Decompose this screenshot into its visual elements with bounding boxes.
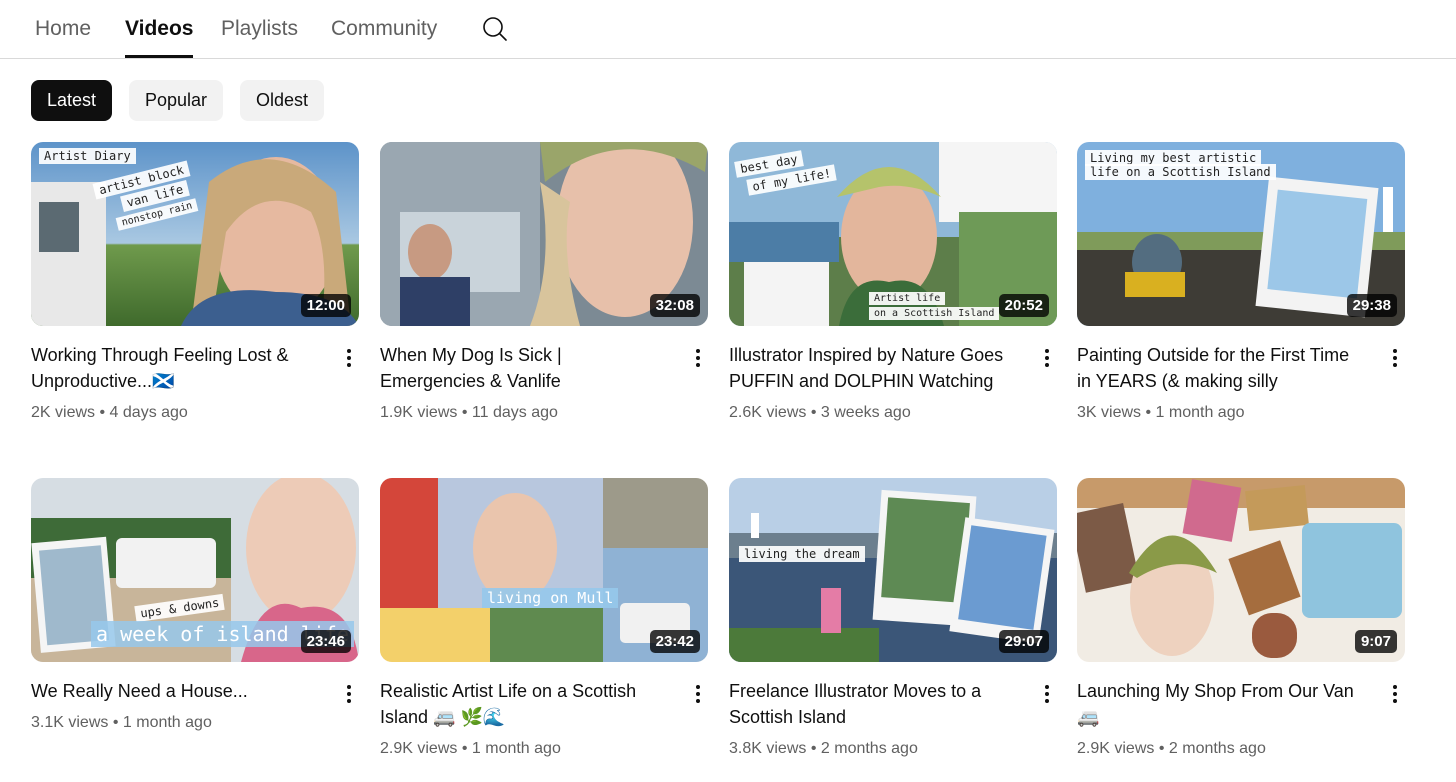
video-card: Living my best artistic life on a Scotti…: [1077, 142, 1405, 421]
chip-latest[interactable]: Latest: [31, 80, 113, 121]
video-meta: 2.6K views • 3 weeks ago: [729, 404, 911, 422]
upload-age: 1 month ago: [122, 714, 212, 731]
video-title[interactable]: When My Dog Is Sick | Emergencies & Vanl…: [380, 342, 670, 394]
video-card: 32:08 When My Dog Is Sick | Emergencies …: [380, 142, 708, 421]
meta-separator: •: [810, 740, 817, 757]
thumbnail-caption: Artist life: [869, 292, 946, 305]
chip-oldest[interactable]: Oldest: [240, 80, 325, 121]
view-count: 3K views: [1077, 404, 1142, 421]
more-options-button[interactable]: [1037, 346, 1057, 370]
video-title[interactable]: Freelance Illustrator Moves to a Scottis…: [729, 678, 1019, 730]
thumbnail-caption: living on Mull: [482, 588, 619, 608]
video-meta: 2.9K views • 1 month ago: [380, 740, 561, 758]
meta-separator: •: [112, 714, 119, 731]
video-meta: 3.8K views • 2 months ago: [729, 740, 918, 758]
chip-popular[interactable]: Popular: [129, 80, 224, 121]
video-card: Artist Diary artist block van life nonst…: [31, 142, 359, 421]
duration-badge: 32:08: [649, 294, 700, 317]
more-options-button[interactable]: [1385, 682, 1405, 706]
more-options-button[interactable]: [339, 682, 359, 706]
video-card: best day of my life! Artist life on a Sc…: [729, 142, 1057, 421]
tab-videos[interactable]: Videos: [125, 15, 194, 58]
video-title[interactable]: Illustrator Inspired by Nature Goes PUFF…: [729, 342, 1019, 394]
thumbnail-caption: living the dream: [739, 546, 865, 562]
video-meta: 3K views • 1 month ago: [1077, 404, 1245, 422]
duration-badge: 9:07: [1354, 630, 1397, 653]
view-count: 3.8K views: [729, 740, 807, 757]
upload-age: 1 month ago: [471, 740, 561, 757]
view-count: 2K views: [31, 404, 96, 421]
more-vert-icon: [688, 349, 708, 367]
video-title[interactable]: Painting Outside for the First Time in Y…: [1077, 342, 1367, 394]
video-thumbnail[interactable]: living on Mull 23:42: [380, 478, 708, 662]
view-count: 2.9K views: [1077, 740, 1155, 757]
view-count: 2.6K views: [729, 404, 807, 421]
video-title[interactable]: We Really Need a House...: [31, 678, 321, 704]
meta-separator: •: [461, 404, 468, 421]
video-card: living the dream 29:07 Freelance Illustr…: [729, 478, 1057, 757]
more-options-button[interactable]: [688, 346, 708, 370]
video-thumbnail[interactable]: ups & downs a week of island life 23:46: [31, 478, 359, 662]
video-meta: 2K views • 4 days ago: [31, 404, 188, 422]
more-options-button[interactable]: [1385, 346, 1405, 370]
more-vert-icon: [688, 685, 708, 703]
more-vert-icon: [1385, 349, 1405, 367]
video-thumbnail[interactable]: 9:07: [1077, 478, 1405, 662]
more-vert-icon: [1037, 685, 1057, 703]
duration-badge: 12:00: [300, 294, 351, 317]
duration-badge: 29:38: [1346, 294, 1397, 317]
search-button[interactable]: [480, 14, 510, 44]
video-thumbnail[interactable]: best day of my life! Artist life on a Sc…: [729, 142, 1057, 326]
upload-age: 2 months ago: [1168, 740, 1266, 757]
channel-tabs: Home Videos Playlists Community: [0, 0, 1456, 59]
thumbnail-caption: life on a Scottish Island: [1085, 164, 1276, 180]
meta-separator: •: [1145, 404, 1152, 421]
more-options-button[interactable]: [1037, 682, 1057, 706]
video-card: 9:07 Launching My Shop From Our Van 🚐 2.…: [1077, 478, 1405, 757]
more-options-button[interactable]: [688, 682, 708, 706]
video-thumbnail[interactable]: Artist Diary artist block van life nonst…: [31, 142, 359, 326]
upload-age: 11 days ago: [471, 404, 558, 421]
duration-badge: 29:07: [998, 630, 1049, 653]
meta-separator: •: [810, 404, 817, 421]
search-icon: [483, 17, 507, 41]
video-thumbnail[interactable]: 32:08: [380, 142, 708, 326]
upload-age: 2 months ago: [820, 740, 918, 757]
video-thumbnail[interactable]: living the dream 29:07: [729, 478, 1057, 662]
more-vert-icon: [339, 685, 359, 703]
video-meta: 1.9K views • 11 days ago: [380, 404, 558, 422]
view-count: 1.9K views: [380, 404, 458, 421]
video-meta: 2.9K views • 2 months ago: [1077, 740, 1266, 758]
video-title[interactable]: Realistic Artist Life on a Scottish Isla…: [380, 678, 670, 730]
tab-community[interactable]: Community: [331, 15, 437, 43]
more-options-button[interactable]: [339, 346, 359, 370]
video-title[interactable]: Launching My Shop From Our Van 🚐: [1077, 678, 1367, 730]
duration-badge: 23:42: [649, 630, 700, 653]
video-thumbnail[interactable]: Living my best artistic life on a Scotti…: [1077, 142, 1405, 326]
tab-home[interactable]: Home: [35, 15, 91, 43]
duration-badge: 23:46: [300, 630, 351, 653]
duration-badge: 20:52: [998, 294, 1049, 317]
view-count: 2.9K views: [380, 740, 458, 757]
more-vert-icon: [339, 349, 359, 367]
more-vert-icon: [1385, 685, 1405, 703]
video-meta: 3.1K views • 1 month ago: [31, 714, 212, 732]
view-count: 3.1K views: [31, 714, 109, 731]
meta-separator: •: [99, 404, 106, 421]
video-card: living on Mull 23:42 Realistic Artist Li…: [380, 478, 708, 757]
more-vert-icon: [1037, 349, 1057, 367]
meta-separator: •: [461, 740, 468, 757]
upload-age: 3 weeks ago: [820, 404, 911, 421]
upload-age: 4 days ago: [109, 404, 188, 421]
thumbnail-caption: on a Scottish Island: [869, 307, 1000, 320]
meta-separator: •: [1158, 740, 1165, 757]
video-title[interactable]: Working Through Feeling Lost & Unproduct…: [31, 342, 321, 394]
thumbnail-caption: Artist Diary: [39, 148, 136, 164]
tab-playlists[interactable]: Playlists: [221, 15, 298, 43]
video-card: ups & downs a week of island life 23:46 …: [31, 478, 359, 731]
upload-age: 1 month ago: [1155, 404, 1245, 421]
